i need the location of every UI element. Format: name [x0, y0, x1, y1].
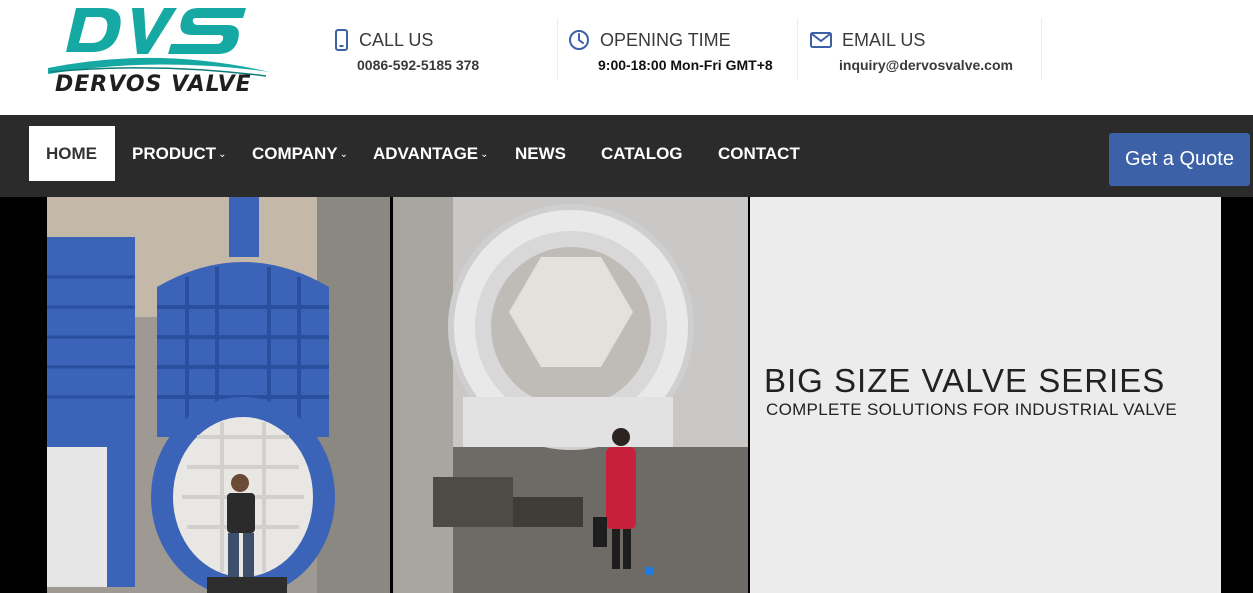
- nav-advantage-label: ADVANTAGE: [373, 144, 479, 163]
- site-header: DERVOS VALVE CALL US 0086-592-5185 378 O…: [0, 0, 1253, 115]
- email-address[interactable]: inquiry@dervosvalve.com: [839, 57, 1013, 73]
- nav-home[interactable]: HOME: [29, 126, 115, 181]
- nav-home-label: HOME: [46, 144, 97, 163]
- nav-company[interactable]: COMPANY ⌄: [252, 126, 348, 181]
- nav-catalog-label: CATALOG: [601, 144, 683, 163]
- call-us-label: CALL US: [359, 30, 434, 50]
- hero-slide[interactable]: BIG SIZE VALVE SERIES COMPLETE SOLUTIONS…: [47, 197, 1221, 593]
- nav-news-label: NEWS: [515, 144, 566, 163]
- nav-contact[interactable]: CONTACT: [718, 126, 800, 181]
- nav-product[interactable]: PRODUCT ⌄: [132, 126, 226, 181]
- opening-time-label: OPENING TIME: [600, 30, 731, 50]
- hero-banner: BIG SIZE VALVE SERIES COMPLETE SOLUTIONS…: [0, 197, 1253, 593]
- brand-name: DERVOS VALVE: [55, 72, 252, 97]
- nav-contact-label: CONTACT: [718, 144, 800, 163]
- get-a-quote-button[interactable]: Get a Quote: [1109, 133, 1250, 186]
- nav-company-label: COMPANY: [252, 144, 338, 163]
- phone-number[interactable]: 0086-592-5185 378: [357, 57, 479, 73]
- chevron-down-icon: ⌄: [339, 149, 349, 160]
- chevron-down-icon: ⌄: [218, 149, 227, 160]
- email-us-block: EMAIL US inquiry@dervosvalve.com: [800, 18, 1042, 80]
- butterfly-valve-photo: [393, 197, 748, 593]
- mail-icon: [810, 32, 832, 48]
- banner-title: BIG SIZE VALVE SERIES: [764, 362, 1166, 399]
- nav-news[interactable]: NEWS: [515, 126, 566, 181]
- nav-catalog[interactable]: CATALOG: [601, 126, 683, 181]
- opening-time-block: OPENING TIME 9:00-18:00 Mon-Fri GMT+8: [560, 18, 798, 80]
- slide-indicator-dot[interactable]: [645, 567, 653, 575]
- phone-icon: [335, 29, 348, 51]
- banner-text-panel: BIG SIZE VALVE SERIES COMPLETE SOLUTIONS…: [750, 197, 1221, 593]
- opening-hours: 9:00-18:00 Mon-Fri GMT+8: [598, 57, 773, 73]
- gate-valve-photo: [47, 197, 390, 593]
- nav-advantage[interactable]: ADVANTAGE ⌄: [373, 126, 489, 181]
- call-us-block: CALL US 0086-592-5185 378: [322, 18, 558, 80]
- chevron-down-icon: ⌄: [480, 149, 489, 160]
- email-us-label: EMAIL US: [842, 30, 926, 50]
- clock-icon: [569, 30, 589, 50]
- nav-product-label: PRODUCT: [132, 144, 217, 163]
- banner-subtitle: COMPLETE SOLUTIONS FOR INDUSTRIAL VALVE: [766, 400, 1177, 419]
- main-nav: HOME PRODUCT ⌄ COMPANY ⌄ ADVANTAGE ⌄ NEWS C…: [0, 115, 1253, 197]
